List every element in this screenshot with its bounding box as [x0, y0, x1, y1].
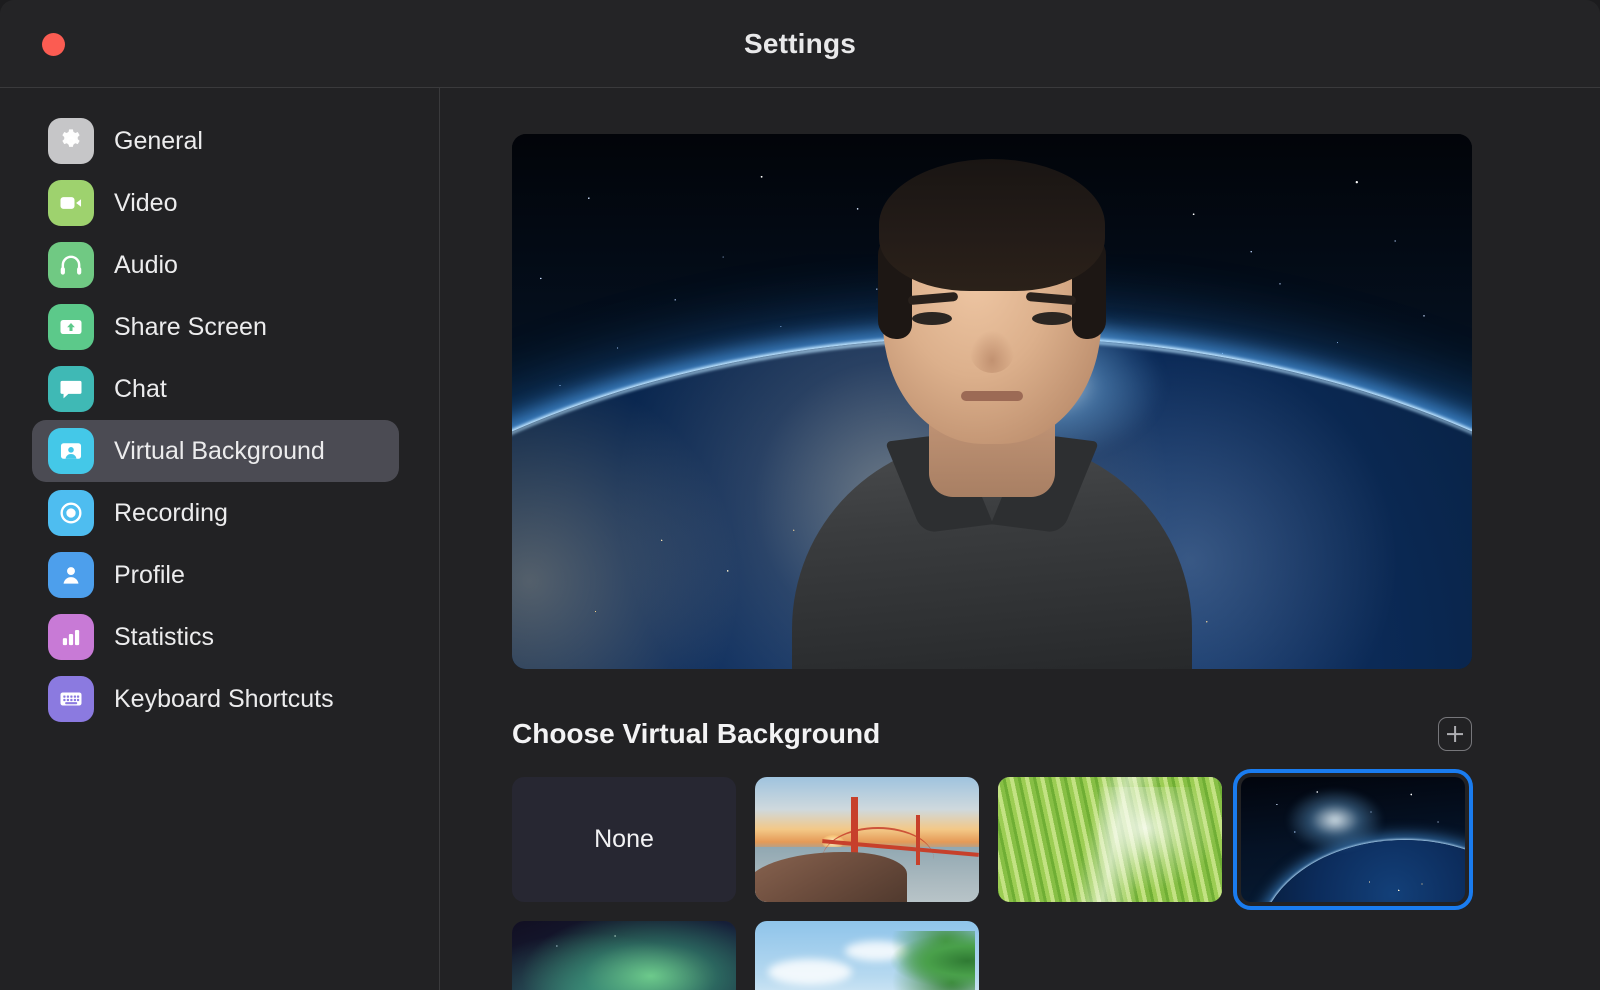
background-thumbnail-grid: None	[512, 769, 1473, 990]
sidebar-item-general[interactable]: General	[32, 110, 399, 172]
virtual-background-icon	[48, 428, 94, 474]
sidebar-item-label: Recording	[114, 498, 228, 527]
background-thumb-earth[interactable]	[1233, 769, 1473, 910]
grass-image	[998, 777, 1222, 902]
background-thumb-aurora[interactable]	[512, 921, 736, 990]
section-title: Choose Virtual Background	[512, 718, 881, 749]
background-thumb-none[interactable]: None	[512, 777, 736, 902]
sidebar-item-label: Audio	[114, 250, 178, 279]
window-body: General Video Audio Share Screen Chat Vi…	[0, 88, 1600, 990]
video-camera-icon	[48, 180, 94, 226]
golden-gate-bridge-image	[755, 777, 979, 902]
sidebar-item-recording[interactable]: Recording	[32, 482, 399, 544]
background-thumb-label: None	[594, 825, 654, 853]
aurora-image	[512, 921, 736, 990]
close-button[interactable]	[42, 33, 65, 56]
record-circle-icon	[48, 490, 94, 536]
beach-palms-image	[755, 921, 979, 990]
sidebar-item-video[interactable]: Video	[32, 172, 399, 234]
sidebar-item-share-screen[interactable]: Share Screen	[32, 296, 399, 358]
title-bar: Settings	[0, 0, 1600, 88]
sidebar-item-label: Statistics	[114, 622, 215, 651]
sidebar-item-profile[interactable]: Profile	[32, 544, 399, 606]
page-title: Settings	[743, 27, 857, 59]
bar-chart-icon	[48, 614, 94, 660]
choose-background-header: Choose Virtual Background	[512, 717, 1472, 751]
sidebar-item-label: Keyboard Shortcuts	[114, 684, 334, 713]
sidebar-item-chat[interactable]: Chat	[32, 358, 399, 420]
sidebar-item-label: Share Screen	[114, 312, 267, 341]
video-preview[interactable]	[512, 134, 1472, 669]
keyboard-icon	[48, 676, 94, 722]
sidebar-item-label: Profile	[114, 560, 185, 589]
sidebar-item-keyboard-shortcuts[interactable]: Keyboard Shortcuts	[32, 668, 399, 730]
earth-from-space-image	[1241, 777, 1465, 902]
add-background-button[interactable]	[1438, 717, 1472, 751]
chat-bubble-icon	[48, 366, 94, 412]
virtual-background-panel: Choose Virtual Background None	[440, 88, 1600, 990]
sidebar-item-virtual-background[interactable]: Virtual Background	[32, 420, 399, 482]
sidebar-item-label: General	[114, 126, 203, 155]
sidebar-item-audio[interactable]: Audio	[32, 234, 399, 296]
background-thumb-beach[interactable]	[755, 921, 979, 990]
sidebar-item-label: Virtual Background	[114, 436, 325, 465]
sidebar-item-label: Chat	[114, 374, 167, 403]
headphones-icon	[48, 242, 94, 288]
settings-window: Settings General Video Audio Share Scree…	[0, 0, 1600, 990]
sidebar-item-statistics[interactable]: Statistics	[32, 606, 399, 668]
gear-icon	[48, 118, 94, 164]
background-thumb-grass[interactable]	[998, 777, 1222, 902]
share-screen-icon	[48, 304, 94, 350]
person-icon	[48, 552, 94, 598]
sidebar-item-label: Video	[114, 188, 178, 217]
background-thumb-bridge[interactable]	[755, 777, 979, 902]
settings-sidebar: General Video Audio Share Screen Chat Vi…	[0, 88, 440, 990]
participant-figure	[782, 159, 1202, 669]
